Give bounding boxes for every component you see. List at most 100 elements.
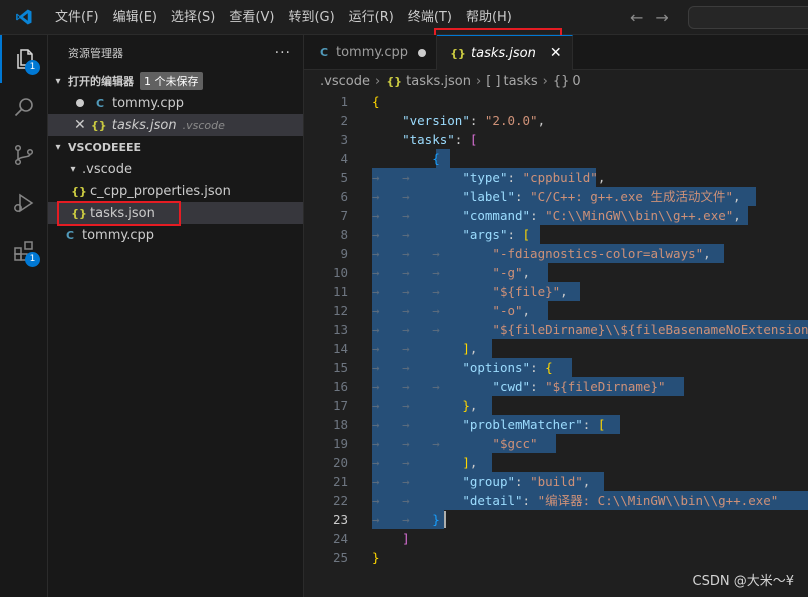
unsaved-badge: 1 个未保存 [140, 72, 203, 90]
code-line: "version": "2.0.0", [402, 113, 546, 128]
breadcrumb-node-index[interactable]: 0 [572, 74, 580, 89]
menu-help[interactable]: 帮助(H) [459, 0, 519, 35]
workspace-label: VSCODEEEE [68, 140, 142, 154]
code-line: → → "args": [ [372, 225, 808, 244]
line-number: 21 [332, 474, 348, 489]
line-number: 4 [340, 151, 348, 166]
open-editor-item-tasks[interactable]: ✕ {} tasks.json .vscode [48, 114, 303, 136]
code-line: → → → "-o", [372, 301, 808, 320]
file-label: c_cpp_properties.json [90, 183, 231, 199]
tab-label: tasks.json [471, 45, 536, 61]
unsaved-dot-icon[interactable] [418, 48, 427, 57]
menu-edit[interactable]: 编辑(E) [106, 0, 164, 35]
menu-run[interactable]: 运行(R) [342, 0, 401, 35]
json-file-icon: {} [71, 206, 87, 220]
line-number: 18 [332, 417, 348, 432]
menu-selection[interactable]: 选择(S) [164, 0, 222, 35]
activity-bar: 1 1 [0, 35, 48, 597]
menu-file[interactable]: 文件(F) [48, 0, 106, 35]
forward-arrow-icon[interactable]: → [655, 8, 668, 27]
line-number: 23 [332, 512, 348, 527]
breadcrumb: .vscode › {} tasks.json › [ ] tasks › {}… [304, 70, 808, 92]
breadcrumb-folder[interactable]: .vscode [320, 74, 370, 89]
open-editor-item-tommy[interactable]: C tommy.cpp [48, 92, 303, 114]
cpp-file-icon: C [65, 228, 75, 242]
json-file-icon: {} [386, 74, 402, 88]
workspace-section[interactable]: ▾ VSCODEEEE [48, 136, 303, 158]
line-number: 1 [340, 94, 348, 109]
explorer-sidebar: 资源管理器 ··· ▾ 打开的编辑器 1 个未保存 C tommy.cpp ✕ … [48, 35, 304, 597]
line-number: 24 [332, 531, 348, 546]
title-bar: 文件(F) 编辑(E) 选择(S) 查看(V) 转到(G) 运行(R) 终端(T… [0, 0, 808, 35]
search-button[interactable] [0, 83, 48, 131]
line-number: 5 [340, 170, 348, 185]
tab-tasks-json[interactable]: {} tasks.json ✕ [437, 35, 573, 70]
cpp-file-icon: C [95, 96, 105, 110]
line-number: 17 [332, 398, 348, 413]
chevron-down-icon: ▾ [55, 75, 61, 87]
close-icon[interactable]: ✕ [550, 45, 562, 61]
line-number: 12 [332, 303, 348, 318]
line-number: 22 [332, 493, 348, 508]
code-line: { [372, 149, 808, 168]
line-number: 14 [332, 341, 348, 356]
chevron-right-icon: › [542, 73, 548, 89]
menu-go[interactable]: 转到(G) [281, 0, 341, 35]
code-line: ] [402, 531, 410, 546]
menu-view[interactable]: 查看(V) [222, 0, 281, 35]
line-number: 3 [340, 132, 348, 147]
folder-label: .vscode [82, 161, 132, 177]
unsaved-dot-icon[interactable] [76, 99, 84, 107]
breadcrumb-node-tasks[interactable]: tasks [504, 74, 538, 89]
search-icon [14, 98, 33, 117]
file-c-cpp-properties[interactable]: {} c_cpp_properties.json [48, 180, 303, 202]
tab-tommy-cpp[interactable]: C tommy.cpp [304, 35, 438, 70]
open-editor-label: tasks.json [111, 117, 177, 133]
file-tommy-cpp[interactable]: C tommy.cpp [48, 224, 303, 246]
code-line: "tasks": [ [402, 132, 478, 147]
watermark: CSDN @大米～¥ [692, 574, 794, 589]
code-line: → → → "${file}", [372, 282, 808, 301]
code-line: → → → "$gcc" [372, 434, 808, 453]
file-label: tasks.json [90, 205, 155, 221]
folder-vscode[interactable]: ▾ .vscode [48, 158, 303, 180]
extensions-button[interactable]: 1 [0, 227, 48, 275]
code-line: → → "type": "cppbuild", [372, 168, 606, 187]
open-editors-section[interactable]: ▾ 打开的编辑器 1 个未保存 [48, 70, 303, 92]
chevron-down-icon: ▾ [55, 141, 61, 153]
code-line: → → → "-fdiagnostics-color=always", [372, 244, 808, 263]
chevron-down-icon: ▾ [70, 163, 76, 175]
run-debug-icon [14, 193, 34, 213]
code-line: → → "label": "C/C++: g++.exe 生成活动文件", [372, 187, 808, 206]
source-control-button[interactable] [0, 131, 48, 179]
line-number: 11 [332, 284, 348, 299]
code-line: → → "group": "build", [372, 472, 808, 491]
code-line: } [372, 550, 380, 565]
explorer-button[interactable]: 1 [0, 35, 48, 83]
line-number: 15 [332, 360, 348, 375]
command-center-search[interactable] [688, 6, 808, 29]
code-line: → → → "${fileDirname}\\${fileBasenameNoE… [372, 320, 808, 339]
back-arrow-icon[interactable]: ← [630, 8, 643, 27]
file-tasks-json[interactable]: {} tasks.json [48, 202, 303, 224]
close-icon[interactable]: ✕ [74, 117, 86, 133]
line-number: 10 [332, 265, 348, 280]
editor-tabs: C tommy.cpp {} tasks.json ✕ [304, 35, 808, 70]
line-number: 20 [332, 455, 348, 470]
breadcrumb-file[interactable]: tasks.json [406, 74, 471, 89]
sidebar-header: 资源管理器 ··· [48, 35, 303, 70]
code-line: → → "command": "C:\\MinGW\\bin\\g++.exe"… [372, 206, 808, 225]
line-number: 8 [340, 227, 348, 242]
run-debug-button[interactable] [0, 179, 48, 227]
menu-terminal[interactable]: 终端(T) [401, 0, 459, 35]
more-actions-icon[interactable]: ··· [275, 45, 291, 61]
json-file-icon: {} [450, 46, 466, 60]
code-editor[interactable]: 1 2 3 4 5 6 7 8 9 10 11 12 13 14 15 16 1… [304, 92, 808, 597]
chevron-right-icon: › [476, 73, 482, 89]
source-control-icon [14, 144, 34, 166]
line-number: 6 [340, 189, 348, 204]
vscode-logo-icon [0, 0, 48, 35]
code-line: → → ], [372, 453, 808, 472]
code-lines[interactable]: { "version": "2.0.0", "tasks": [ { → → "… [372, 92, 808, 567]
code-line: → → } [372, 510, 808, 529]
